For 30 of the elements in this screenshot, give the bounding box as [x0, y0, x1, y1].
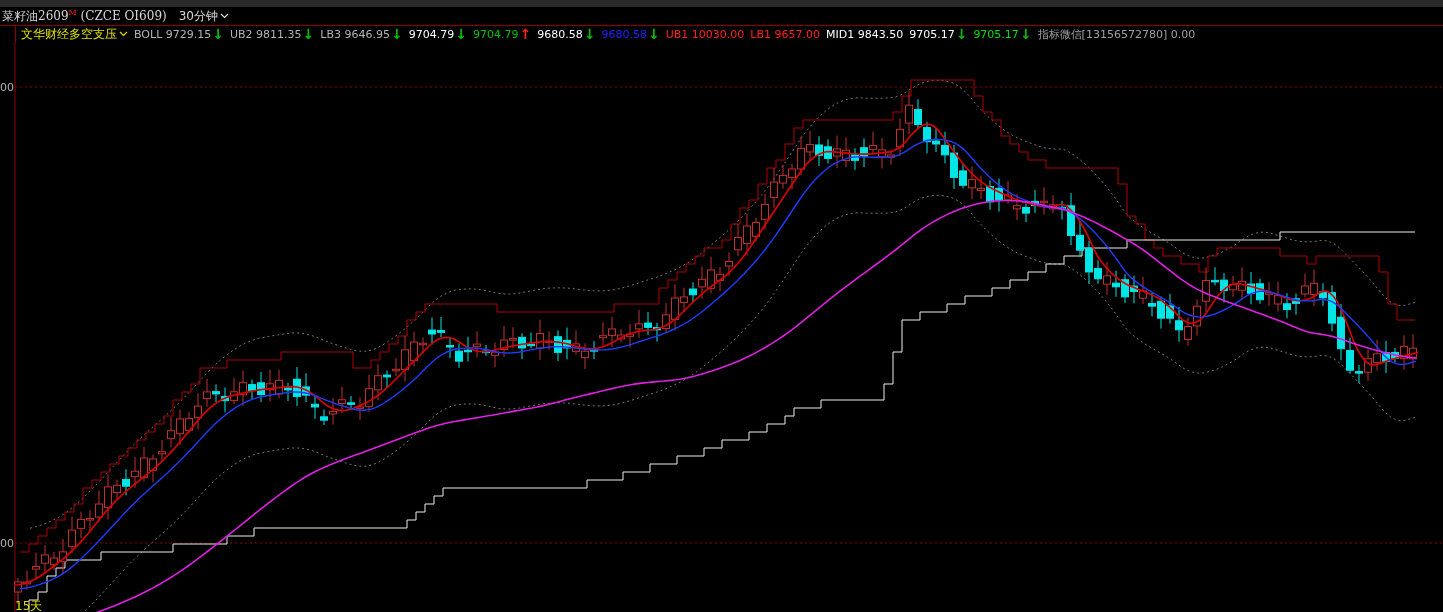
trend-arrow: ↓	[955, 27, 968, 41]
trend-arrow: ↓	[391, 27, 403, 41]
indicator-dropdown[interactable]: 文华财经多空支压	[21, 26, 128, 42]
indicator-value: UB1 10030.00	[665, 27, 745, 41]
trend-arrow: ↓	[583, 27, 596, 41]
period-dropdown[interactable]: 30分钟	[178, 7, 229, 25]
span-label: 15天	[15, 599, 43, 612]
axis-label: 00	[0, 81, 14, 94]
trend-arrow: ↓	[302, 27, 315, 41]
indicator-value: LB3 9646.95	[320, 27, 390, 41]
indicator-value: MID1 9843.50	[825, 27, 904, 41]
trend-arrow: ↓	[212, 27, 224, 41]
axis-label: 00	[0, 537, 14, 550]
chevron-down-icon	[220, 13, 229, 19]
trend-arrow: ↑	[519, 27, 532, 41]
indicator-value: BOLL 9729.15	[134, 27, 212, 41]
indicator-value: 9705.17	[973, 27, 1019, 41]
indicator-value: 9705.17	[909, 27, 955, 41]
indicator-value: UB2 9811.35	[230, 27, 302, 41]
indicator-value: 指标微信[13156572780] 0.00	[1037, 26, 1196, 42]
trend-arrow: ↓	[455, 27, 467, 41]
indicator-value: 9680.58	[537, 27, 583, 41]
trend-arrow: ↓	[1019, 27, 1032, 41]
indicator-value: 9680.58	[601, 27, 647, 41]
symbol-title: 菜籽油2609$^{M}$ (CZCE OI609)	[2, 7, 167, 25]
indicator-value: LB1 9657.00	[750, 27, 820, 41]
trend-arrow: ↓	[647, 27, 660, 41]
chevron-down-icon	[119, 31, 128, 37]
indicator-value: 9704.79	[472, 27, 519, 41]
indicator-value: 9704.79	[408, 27, 455, 41]
